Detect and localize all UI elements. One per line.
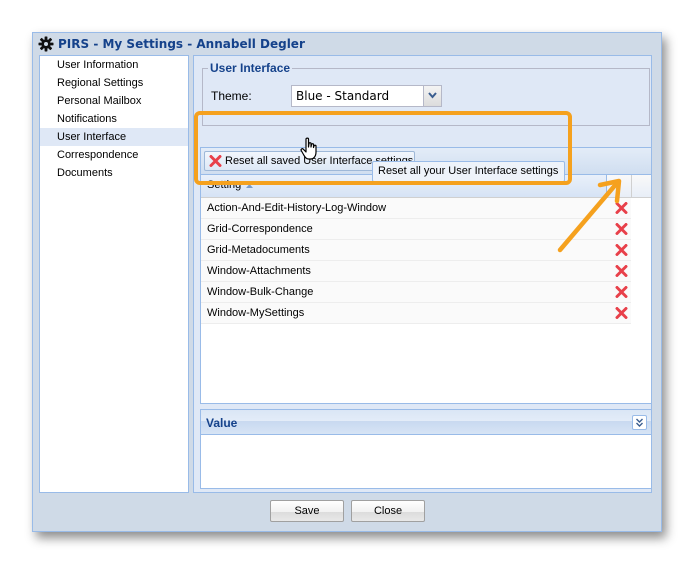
row-setting: Grid-Metadocuments	[207, 244, 310, 256]
nav-item-documents[interactable]: Documents	[40, 164, 188, 182]
value-panel-header[interactable]: Value	[201, 410, 651, 435]
delete-x-icon[interactable]	[615, 286, 628, 298]
delete-x-icon[interactable]	[615, 265, 628, 277]
window-titlebar[interactable]: PIRS - My Settings - Annabell Degler	[33, 33, 661, 55]
my-settings-window: PIRS - My Settings - Annabell Degler Use…	[32, 32, 662, 532]
annotation-arrow-icon	[557, 178, 622, 253]
window-title: PIRS - My Settings - Annabell Degler	[58, 37, 305, 51]
row-setting: Window-Bulk-Change	[207, 286, 314, 298]
value-panel-title: Value	[206, 416, 238, 430]
annotation-highlight-box	[194, 111, 572, 185]
save-button[interactable]: Save	[270, 500, 344, 522]
nav-item-user-interface[interactable]: User Interface	[40, 128, 188, 146]
grid-row[interactable]: Window-Bulk-Change	[201, 282, 631, 303]
nav-item-label: Documents	[57, 167, 113, 179]
nav-item-user-information[interactable]: User Information	[40, 56, 188, 74]
grid-row[interactable]: Window-Attachments	[201, 261, 631, 282]
nav-item-label: User Interface	[57, 131, 127, 143]
row-setting: Action-And-Edit-History-Log-Window	[207, 202, 387, 214]
nav-item-label: User Information	[57, 59, 139, 71]
row-setting: Grid-Correspondence	[207, 223, 313, 235]
theme-label: Theme:	[211, 89, 252, 103]
close-button[interactable]: Close	[351, 500, 425, 522]
theme-select[interactable]: Blue - Standard	[291, 85, 442, 107]
hand-pointer-cursor-icon	[300, 137, 317, 160]
row-setting: Window-MySettings	[207, 307, 305, 319]
collapse-button[interactable]	[632, 415, 647, 430]
grid-row[interactable]: Window-MySettings	[201, 303, 631, 324]
delete-x-icon[interactable]	[615, 307, 628, 319]
nav-item-notifications[interactable]: Notifications	[40, 110, 188, 128]
theme-select-trigger[interactable]	[423, 86, 441, 106]
theme-select-value: Blue - Standard	[296, 89, 390, 103]
nav-item-label: Personal Mailbox	[57, 95, 142, 107]
gear-icon	[38, 36, 54, 52]
nav-item-label: Notifications	[57, 113, 117, 125]
settings-nav: User Information Regional Settings Perso…	[39, 55, 189, 493]
nav-item-correspondence[interactable]: Correspondence	[40, 146, 188, 164]
double-chevron-down-icon	[636, 418, 643, 427]
chevron-down-icon	[428, 92, 437, 99]
row-setting: Window-Attachments	[207, 265, 311, 277]
nav-item-label: Correspondence	[57, 149, 139, 161]
nav-item-regional-settings[interactable]: Regional Settings	[40, 74, 188, 92]
value-panel: Value	[200, 409, 652, 489]
nav-item-personal-mailbox[interactable]: Personal Mailbox	[40, 92, 188, 110]
fieldset-legend: User Interface	[208, 61, 293, 75]
nav-item-label: Regional Settings	[57, 77, 144, 89]
